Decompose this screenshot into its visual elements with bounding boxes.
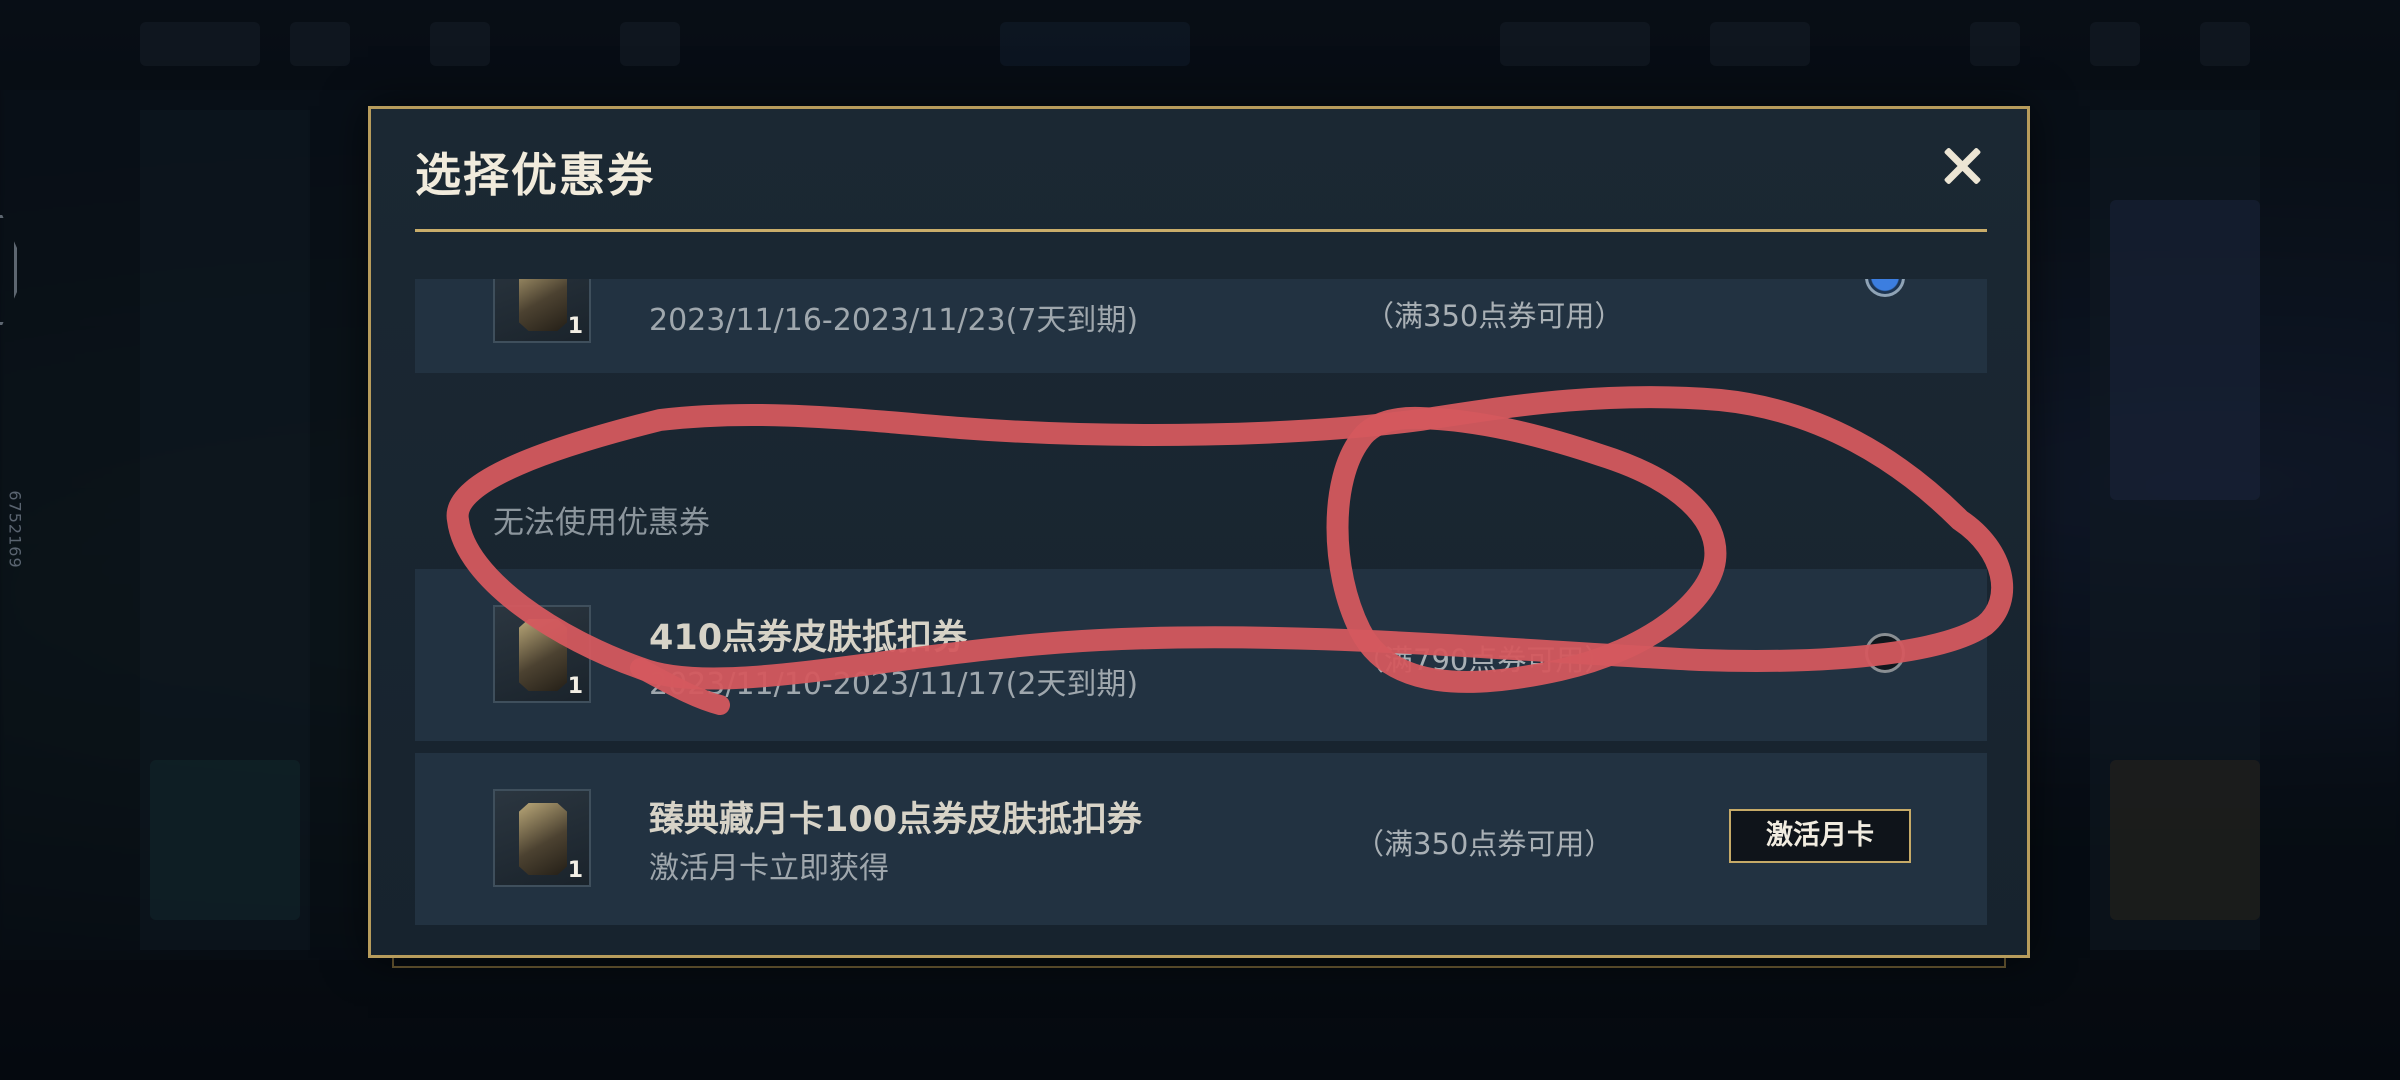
unusable-section-label: 无法使用优惠券 bbox=[493, 505, 710, 541]
coupon-card-glyph bbox=[519, 619, 567, 691]
coupon-validity: 2023/11/10-2023/11/17(2天到期) bbox=[649, 667, 1139, 702]
coupon-quantity: 1 bbox=[567, 674, 583, 699]
coupon-row-410[interactable]: 1 410点券皮肤抵扣券 2023/11/10-2023/11/17(2天到期)… bbox=[415, 569, 1987, 741]
coupon-card-glyph bbox=[519, 279, 567, 331]
coupon-condition: （满350点券可用） bbox=[1355, 827, 1614, 861]
coupon-row-usable[interactable]: 1 2023/11/16-2023/11/23(7天到期) （满350点券可用） bbox=[415, 279, 1987, 373]
coupon-radio-selected[interactable] bbox=[1865, 279, 1905, 297]
coupon-condition: （满350点券可用） bbox=[1365, 299, 1624, 333]
coupon-card-glyph bbox=[519, 803, 567, 875]
close-icon[interactable] bbox=[1937, 141, 1987, 191]
coupon-name: 410点券皮肤抵扣券 bbox=[649, 618, 968, 658]
coupon-quantity: 1 bbox=[567, 314, 583, 339]
coupon-list[interactable]: 1 2023/11/16-2023/11/23(7天到期) （满350点券可用）… bbox=[415, 279, 1987, 959]
coupon-select-dialog: 选择优惠券 1 2023/11/16-2023/11/23(7天到期) （满35… bbox=[368, 106, 2030, 958]
title-divider bbox=[415, 229, 1987, 232]
dialog-title: 选择优惠券 bbox=[415, 148, 655, 202]
dialog-shadow-frame bbox=[392, 958, 2006, 968]
coupon-condition: （满790点券可用） bbox=[1355, 643, 1614, 677]
coupon-row-monthly-card[interactable]: 1 臻典藏月卡100点券皮肤抵扣券 激活月卡立即获得 （满350点券可用） 激活… bbox=[415, 753, 1987, 925]
coupon-quantity: 1 bbox=[567, 858, 583, 883]
activate-monthly-card-button[interactable]: 激活月卡 bbox=[1729, 809, 1911, 863]
coupon-card-icon: 1 bbox=[493, 789, 591, 887]
coupon-subtitle: 激活月卡立即获得 bbox=[649, 851, 889, 886]
side-id-text: 6752169 bbox=[5, 490, 25, 569]
coupon-card-icon: 1 bbox=[493, 279, 591, 343]
coupon-radio-unselected[interactable] bbox=[1865, 633, 1905, 673]
coupon-validity: 2023/11/16-2023/11/23(7天到期) bbox=[649, 303, 1139, 338]
coupon-card-icon: 1 bbox=[493, 605, 591, 703]
coupon-name: 臻典藏月卡100点券皮肤抵扣券 bbox=[649, 800, 1143, 840]
